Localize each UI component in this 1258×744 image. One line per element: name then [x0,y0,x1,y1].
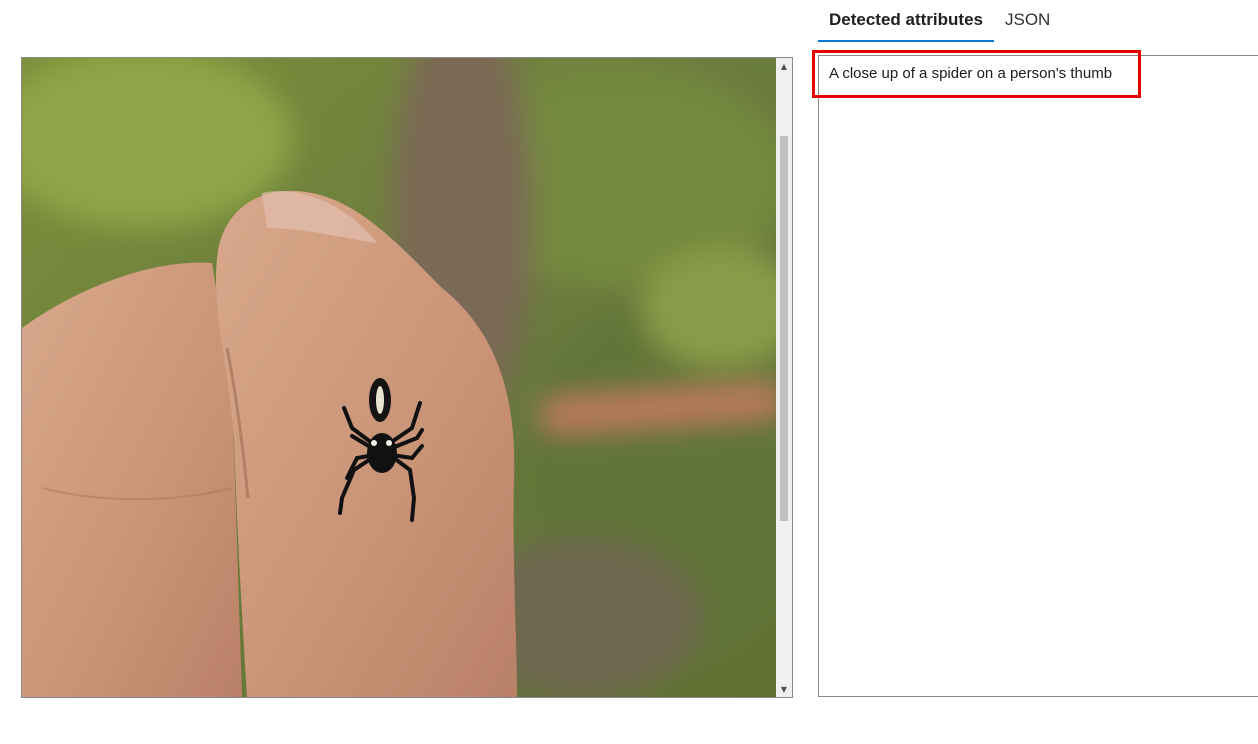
tab-detected-attributes[interactable]: Detected attributes [818,0,994,42]
caption-highlight-box [812,50,1141,98]
scrollbar-thumb[interactable] [780,136,788,521]
analyzed-photo [22,58,776,697]
scroll-down-icon[interactable]: ▼ [776,681,792,697]
result-tabs: Detected attributes JSON [818,0,1061,44]
tab-json[interactable]: JSON [994,0,1061,42]
image-scrollbar[interactable]: ▲ ▼ [776,58,792,697]
scroll-up-icon[interactable]: ▲ [776,58,792,74]
result-panel: A close up of a spider on a person's thu… [818,55,1258,697]
image-viewer: ▲ ▼ [21,57,793,698]
